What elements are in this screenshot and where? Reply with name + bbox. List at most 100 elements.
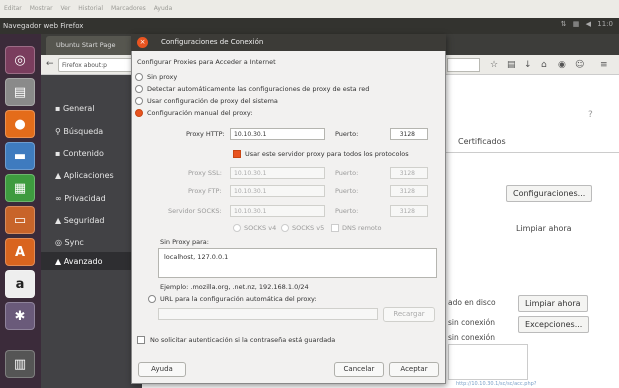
menu-mostrar[interactable]: Mostrar [30,5,53,12]
radio-socks5[interactable] [281,224,289,232]
system-proxy-label: Usar configuración de proxy del sistema [147,97,278,105]
wizard-icon: ▲ [55,257,62,266]
radio-auto-detect[interactable] [135,85,143,93]
offline-label-2: sin conexión [448,333,495,342]
no-proxy-example: Ejemplo: .mozilla.org, .net.nz, 192.168.… [160,283,309,291]
ssl-proxy-label: Proxy SSL: [188,169,222,177]
remote-dns-checkbox[interactable] [331,224,339,232]
menu-icon[interactable]: ≡ [600,60,608,70]
home-icon[interactable]: ⌂ [541,60,547,70]
socks-host-input[interactable]: 10.10.30.1 [230,205,325,217]
dash-icon[interactable]: ◎ [5,46,35,74]
volume-icon[interactable]: ◀ [586,20,591,28]
radio-no-proxy[interactable] [135,73,143,81]
window-title-bar: Navegador web Firefox [0,18,619,34]
tab-label: Ubuntu Start Page [56,41,116,49]
ftp-port-input[interactable]: 3128 [390,185,428,197]
pocket-icon[interactable]: ◉ [558,60,566,70]
launcher: ◎ ▤ ● ▬ ▦ ▭ A a ✱ ▥ [0,34,41,388]
ftp-proxy-input[interactable]: 10.10.30.1 [230,185,325,197]
sidebar-item-general[interactable]: ▪ General [55,104,95,113]
impress-icon[interactable]: ▭ [5,206,35,234]
files-icon[interactable]: ▤ [5,78,35,106]
dialog-title-bar: Configuraciones de Conexión [131,34,446,51]
same-proxy-label: Usar este servidor proxy para todos los … [245,150,409,158]
no-auth-label: No solicitar autenticación si la contras… [150,336,336,344]
ssl-port-input[interactable]: 3128 [390,167,428,179]
no-proxy-for-textarea[interactable]: localhost, 127.0.0.1 [158,248,437,278]
document-icon: ▪ [55,149,61,158]
download-icon[interactable]: ↓ [524,60,532,70]
writer-icon[interactable]: ▬ [5,142,35,170]
menu-marcadores[interactable]: Marcadores [111,5,146,12]
sidebar-item-sync[interactable]: ◎ Sync [55,238,84,247]
url-bar[interactable]: Firefox about:p [58,58,138,72]
url-text: Firefox about:p [62,62,107,69]
sidebar-item-aplicaciones[interactable]: ▲ Aplicaciones [55,171,114,180]
back-icon[interactable]: ← [46,59,54,69]
socks5-label: SOCKS v5 [292,224,325,232]
settings-icon[interactable]: ✱ [5,302,35,330]
menu-editar[interactable]: Editar [4,5,22,12]
configuraciones-button[interactable]: Configuraciones... [506,185,593,202]
firefox-icon[interactable]: ● [5,110,35,138]
sidebar-item-privacidad[interactable]: ∞ Privacidad [55,194,106,203]
sidebar-item-label: Contenido [62,149,104,158]
rocket-icon: ▲ [55,171,62,180]
no-auth-checkbox[interactable] [137,336,145,344]
sidebar-item-avanzado[interactable]: ▲ Avanzado [55,257,103,266]
sidebar-item-label: Sync [64,238,84,247]
accept-button[interactable]: Aceptar [389,362,439,377]
reading-list-icon[interactable]: ▤ [507,60,516,70]
socks-port-input[interactable]: 3128 [390,205,428,217]
menu-historial[interactable]: Historial [78,5,103,12]
sidebar-item-contenido[interactable]: ▪ Contenido [55,149,104,158]
certificados-tab[interactable]: Certificados [458,137,506,146]
socks4-label: SOCKS v4 [244,224,277,232]
help-button[interactable]: Ayuda [138,362,186,377]
close-icon[interactable]: × [137,37,148,48]
search-icon: ⚲ [55,127,61,136]
radio-system-proxy[interactable] [135,97,143,105]
cache-disk-label: ado en disco [448,298,496,307]
star-icon[interactable]: ☆ [490,60,498,70]
http-port-label: Puerto: [335,130,359,138]
tab-underline [446,152,619,153]
software-center-icon[interactable]: A [5,238,35,266]
search-box[interactable] [447,58,480,72]
http-proxy-input[interactable]: 10.10.30.1 [230,128,325,140]
radio-pac-url[interactable] [148,295,156,303]
window-title: Navegador web Firefox [3,22,84,30]
radio-manual-proxy[interactable] [135,109,143,117]
radio-socks4[interactable] [233,224,241,232]
socks-host-label: Servidor SOCKS: [168,207,222,215]
offline-list[interactable] [448,344,528,380]
menu-bar: Editar Mostrar Ver Historial Marcadores … [0,0,619,18]
status-url: http://10.10.30.1/sc/sc/acc.php? [456,381,537,387]
no-proxy-for-label: Sin Proxy para: [160,238,209,246]
hello-icon[interactable]: ☺ [575,60,584,70]
http-port-input[interactable]: 3128 [390,128,428,140]
trash-icon[interactable]: ▥ [5,350,35,378]
sidebar-item-label: General [62,104,95,113]
dialog-heading: Configurar Proxies para Acceder a Intern… [137,58,276,66]
network-icon[interactable]: ⇅ [561,20,567,28]
amazon-icon[interactable]: a [5,270,35,298]
keyboard-icon[interactable]: ▦ [573,20,580,28]
help-icon[interactable]: ? [588,110,593,120]
clock[interactable]: 11:0 [597,20,613,28]
menu-ayuda[interactable]: Ayuda [154,5,173,12]
menu-ver[interactable]: Ver [61,5,71,12]
sidebar-item-busqueda[interactable]: ⚲ Búsqueda [55,127,103,136]
ssl-proxy-input[interactable]: 10.10.30.1 [230,167,325,179]
limpiar-ahora-link[interactable]: Limpiar ahora [516,224,572,233]
pac-url-input[interactable] [158,308,378,320]
limpiar-ahora-button[interactable]: Limpiar ahora [518,295,588,312]
calc-icon[interactable]: ▦ [5,174,35,202]
excepciones-button[interactable]: Excepciones... [518,316,590,333]
same-proxy-checkbox[interactable] [233,150,241,158]
cancel-button[interactable]: Cancelar [334,362,384,377]
reload-button[interactable]: Recargar [383,307,435,322]
sidebar-item-seguridad[interactable]: ▲ Seguridad [55,216,104,225]
ftp-proxy-label: Proxy FTP: [188,187,222,195]
